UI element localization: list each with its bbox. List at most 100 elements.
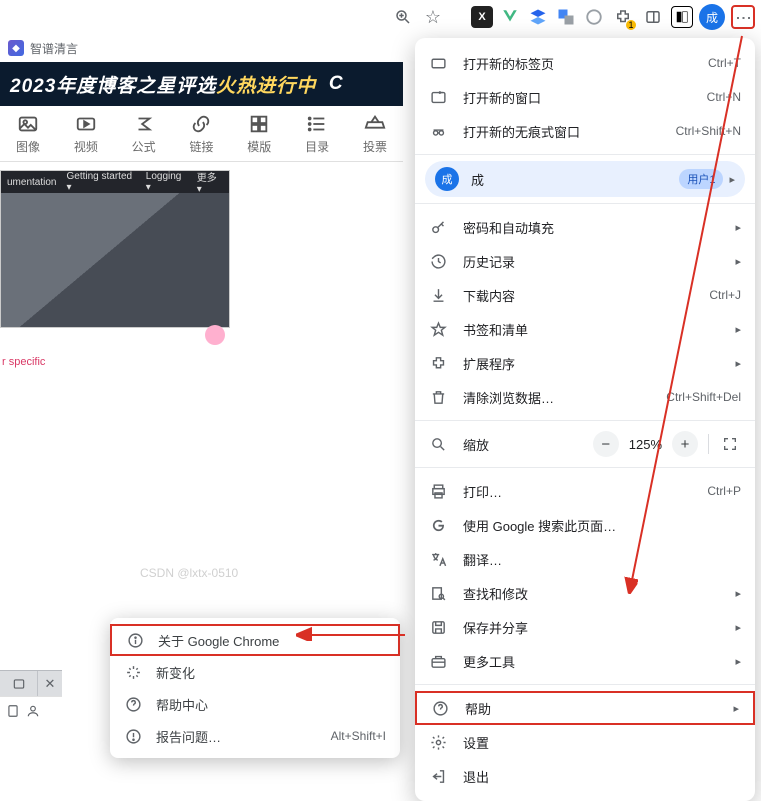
preview-nav: umentation Getting started ▾ Logging ▾ 更… — [1, 171, 229, 193]
tool-vote[interactable]: 投票 — [353, 113, 397, 155]
tab-stub-icon[interactable] — [0, 671, 38, 696]
tool-template[interactable]: 模版 — [237, 113, 281, 155]
extension-vue-icon[interactable] — [499, 6, 521, 28]
extension-layers-icon[interactable] — [527, 6, 549, 28]
menu-print[interactable]: 打印… Ctrl+P — [415, 474, 755, 508]
sparkle-icon — [124, 664, 142, 681]
tool-link[interactable]: 链接 — [179, 113, 223, 155]
profile-name: 成 — [471, 170, 484, 189]
browser-toolbar: ☆ X 1 成 ⋮ — [0, 0, 761, 34]
chevron-right-icon: ▸ — [735, 357, 741, 370]
menu-settings[interactable]: 设置 — [415, 725, 755, 759]
save-icon — [429, 619, 447, 636]
kebab-menu-icon[interactable]: ⋮ — [731, 5, 755, 29]
menu-extensions[interactable]: 扩展程序 ▸ — [415, 346, 755, 380]
tool-image[interactable]: 图像 — [6, 113, 50, 155]
page-icon — [6, 704, 20, 718]
chevron-right-icon: ▸ — [735, 655, 741, 668]
profile-avatar-small: 成 — [435, 167, 459, 191]
bookmark-star-icon[interactable]: ☆ — [421, 5, 445, 29]
exit-icon — [429, 768, 447, 785]
zoom-icon[interactable] — [391, 5, 415, 29]
tab-stub: ✕ — [0, 670, 62, 696]
star-outline-icon — [429, 321, 447, 338]
extensions-puzzle-icon[interactable]: 1 — [611, 5, 635, 29]
report-icon — [124, 728, 142, 745]
chevron-right-icon: ▸ — [735, 323, 741, 336]
banner-text-pre: 2023年度博客之星评选 — [10, 71, 216, 98]
menu-google-search[interactable]: 使用 Google 搜索此页面… — [415, 508, 755, 542]
chevron-right-icon: ▸ — [733, 702, 739, 715]
menu-new-tab[interactable]: 打开新的标签页 Ctrl+T — [415, 46, 755, 80]
zoom-lens-icon — [429, 436, 447, 453]
window-icon — [429, 89, 447, 106]
url-stub — [0, 696, 62, 724]
tool-video[interactable]: 视频 — [64, 113, 108, 155]
bookmark-link[interactable]: 智谱清言 — [30, 40, 78, 57]
profile-tag: 用户1 — [679, 169, 723, 189]
help-circle-icon — [124, 696, 142, 713]
help-icon — [431, 700, 449, 717]
side-panel-icon[interactable] — [641, 5, 665, 29]
submenu-about-chrome[interactable]: 关于 Google Chrome — [110, 624, 400, 656]
incognito-icon — [429, 123, 447, 140]
watermark: CSDN @lxtx-0510 — [140, 566, 238, 580]
bookmark-favicon: ◆ — [8, 40, 24, 56]
chevron-right-icon: ▸ — [735, 587, 741, 600]
submenu-help-center[interactable]: 帮助中心 — [110, 688, 400, 720]
editor-toolbar: 图像 视频 公式 链接 模版 目录 投票 — [0, 106, 403, 162]
find-icon — [429, 585, 447, 602]
chevron-right-icon: ▸ — [735, 255, 741, 268]
extension-x-icon[interactable]: X — [471, 6, 493, 28]
toolbox-icon — [429, 653, 447, 670]
key-icon — [429, 219, 447, 236]
reader-panel-icon[interactable] — [671, 6, 693, 28]
fullscreen-button[interactable] — [719, 433, 741, 455]
tab-icon — [429, 55, 447, 72]
zoom-value: 125% — [629, 437, 662, 452]
chevron-right-icon: ▸ — [735, 621, 741, 634]
zoom-in-button[interactable]: + — [672, 431, 698, 457]
submenu-whats-new[interactable]: 新变化 — [110, 656, 400, 688]
menu-new-window[interactable]: 打开新的窗口 Ctrl+N — [415, 80, 755, 114]
menu-downloads[interactable]: 下载内容 Ctrl+J — [415, 278, 755, 312]
menu-exit[interactable]: 退出 — [415, 759, 755, 793]
extension-translate-icon[interactable] — [555, 6, 577, 28]
submenu-report-issue[interactable]: 报告问题… Alt+Shift+I — [110, 720, 400, 752]
history-icon — [429, 253, 447, 270]
menu-clear-data[interactable]: 清除浏览数据… Ctrl+Shift+Del — [415, 380, 755, 414]
menu-zoom: 缩放 − 125% + — [415, 427, 755, 461]
chevron-right-icon: ▸ — [729, 173, 735, 186]
gear-icon — [429, 734, 447, 751]
banner-text-hot: 火热进行中 — [216, 71, 316, 98]
tab-close[interactable]: ✕ — [38, 671, 62, 696]
print-icon — [429, 483, 447, 500]
tool-toc[interactable]: 目录 — [295, 113, 339, 155]
menu-help[interactable]: 帮助 ▸ — [415, 691, 755, 725]
person-icon — [26, 704, 40, 718]
menu-history[interactable]: 历史记录 ▸ — [415, 244, 755, 278]
menu-profile-row[interactable]: 成 成 用户1 ▸ — [425, 161, 745, 197]
help-submenu: 关于 Google Chrome 新变化 帮助中心 报告问题… Alt+Shif… — [110, 618, 400, 758]
tool-formula[interactable]: 公式 — [122, 113, 166, 155]
chevron-right-icon: ▸ — [735, 221, 741, 234]
translate-icon — [429, 551, 447, 568]
extension-grey-icon[interactable] — [583, 6, 605, 28]
info-icon — [126, 632, 144, 649]
menu-more-tools[interactable]: 更多工具 ▸ — [415, 644, 755, 678]
menu-save-share[interactable]: 保存并分享 ▸ — [415, 610, 755, 644]
menu-find-edit[interactable]: 查找和修改 ▸ — [415, 576, 755, 610]
menu-new-incognito[interactable]: 打开新的无痕式窗口 Ctrl+Shift+N — [415, 114, 755, 148]
menu-bookmarks[interactable]: 书签和清单 ▸ — [415, 312, 755, 346]
zoom-out-button[interactable]: − — [593, 431, 619, 457]
google-g-icon — [429, 517, 447, 534]
menu-passwords[interactable]: 密码和自动填充 ▸ — [415, 210, 755, 244]
content-preview: umentation Getting started ▾ Logging ▾ 更… — [0, 170, 230, 328]
trash-icon — [429, 389, 447, 406]
promo-banner[interactable]: 2023年度博客之星评选火热进行中 C — [0, 62, 403, 106]
pink-badge — [205, 325, 225, 345]
download-icon — [429, 287, 447, 304]
profile-avatar[interactable]: 成 — [699, 4, 725, 30]
chrome-main-menu: 打开新的标签页 Ctrl+T 打开新的窗口 Ctrl+N 打开新的无痕式窗口 C… — [415, 38, 755, 801]
menu-translate[interactable]: 翻译… — [415, 542, 755, 576]
